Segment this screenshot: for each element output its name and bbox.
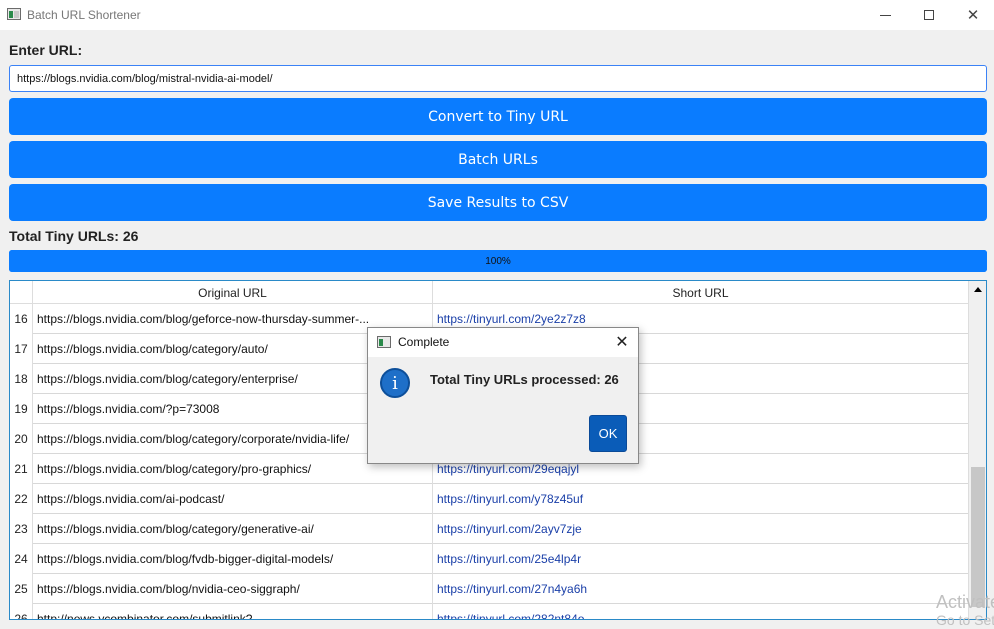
dialog-title-bar: Complete ✕ xyxy=(368,328,638,357)
table-row[interactable]: 24 https://blogs.nvidia.com/blog/fvdb-bi… xyxy=(10,544,968,574)
row-number: 24 xyxy=(10,544,32,574)
watermark-line-2: Go to Settings to activate Windows. xyxy=(936,612,994,628)
row-number: 21 xyxy=(10,454,32,484)
save-csv-button[interactable]: Save Results to CSV xyxy=(9,184,987,221)
table-row[interactable]: 22 https://blogs.nvidia.com/ai-podcast/ … xyxy=(10,484,968,514)
maximize-icon xyxy=(924,10,934,20)
short-url-cell[interactable]: https://tinyurl.com/27n4ya6h xyxy=(432,574,968,604)
close-icon: ✕ xyxy=(966,7,980,24)
short-url-cell[interactable]: https://tinyurl.com/y78z45uf xyxy=(432,484,968,514)
app-icon xyxy=(7,8,21,20)
ok-button[interactable]: OK xyxy=(589,415,627,452)
dialog-message: Total Tiny URLs processed: 26 xyxy=(430,372,619,387)
row-number: 20 xyxy=(10,424,32,454)
row-number: 22 xyxy=(10,484,32,514)
row-number: 23 xyxy=(10,514,32,544)
original-url-cell[interactable]: http://news.ycombinator.com/submitlink? xyxy=(32,604,432,619)
original-url-cell[interactable]: https://blogs.nvidia.com/blog/category/g… xyxy=(32,514,432,544)
scroll-thumb[interactable] xyxy=(971,467,985,607)
row-number: 18 xyxy=(10,364,32,394)
original-url-cell[interactable]: https://blogs.nvidia.com/blog/nvidia-ceo… xyxy=(32,574,432,604)
vertical-scrollbar[interactable] xyxy=(968,281,986,619)
original-url-cell[interactable]: https://blogs.nvidia.com/ai-podcast/ xyxy=(32,484,432,514)
row-number: 26 xyxy=(10,604,32,619)
row-number: 25 xyxy=(10,574,32,604)
minimize-button[interactable] xyxy=(862,0,908,30)
progress-bar: 100% xyxy=(9,250,987,272)
watermark-line-1: Activate Windows xyxy=(936,592,994,612)
table-row[interactable]: 25 https://blogs.nvidia.com/blog/nvidia-… xyxy=(10,574,968,604)
row-number: 19 xyxy=(10,394,32,424)
convert-button[interactable]: Convert to Tiny URL xyxy=(9,98,987,135)
title-bar: Batch URL Shortener ✕ xyxy=(0,0,994,30)
maximize-button[interactable] xyxy=(906,0,952,30)
short-url-cell[interactable]: https://tinyurl.com/282nt84o xyxy=(432,604,968,619)
table-row[interactable]: 23 https://blogs.nvidia.com/blog/categor… xyxy=(10,514,968,544)
url-input[interactable] xyxy=(9,65,987,92)
total-tiny-urls-label: Total Tiny URLs: 26 xyxy=(9,228,139,244)
header-original-url[interactable]: Original URL xyxy=(32,281,432,304)
table-row[interactable]: 26 http://news.ycombinator.com/submitlin… xyxy=(10,604,968,619)
minimize-icon xyxy=(879,14,891,16)
table-header: Original URL Short URL xyxy=(10,281,968,304)
activation-watermark: Activate Windows Go to Settings to activ… xyxy=(936,592,994,629)
dialog-close-button[interactable]: ✕ xyxy=(612,332,632,352)
progress-text: 100% xyxy=(485,255,511,267)
row-number: 16 xyxy=(10,304,32,334)
short-url-cell[interactable]: https://tinyurl.com/25e4lp4r xyxy=(432,544,968,574)
close-button[interactable]: ✕ xyxy=(950,0,994,30)
info-icon: i xyxy=(380,368,410,398)
header-short-url[interactable]: Short URL xyxy=(432,281,968,304)
row-number: 17 xyxy=(10,334,32,364)
close-icon: ✕ xyxy=(615,334,629,351)
scroll-up-button[interactable] xyxy=(969,281,986,298)
short-url-cell[interactable]: https://tinyurl.com/2ayv7zje xyxy=(432,514,968,544)
original-url-cell[interactable]: https://blogs.nvidia.com/blog/fvdb-bigge… xyxy=(32,544,432,574)
complete-dialog: Complete ✕ i Total Tiny URLs processed: … xyxy=(367,327,639,464)
dialog-title: Complete xyxy=(398,335,450,349)
batch-urls-button[interactable]: Batch URLs xyxy=(9,141,987,178)
arrow-up-icon xyxy=(974,287,982,292)
window-title: Batch URL Shortener xyxy=(27,8,141,22)
dialog-app-icon xyxy=(377,336,391,348)
enter-url-label: Enter URL: xyxy=(9,42,83,58)
